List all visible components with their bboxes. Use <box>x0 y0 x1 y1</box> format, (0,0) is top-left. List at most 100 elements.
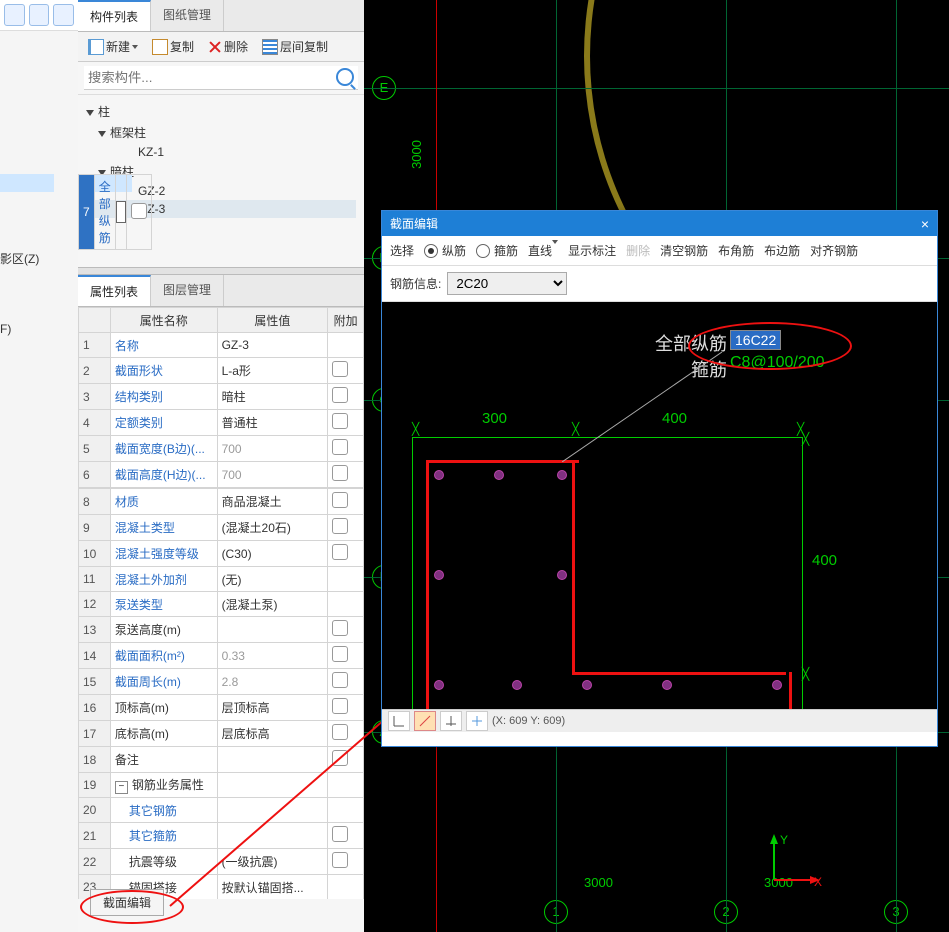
tree-frame-column[interactable]: 框架柱 <box>86 122 356 143</box>
prop-extra[interactable] <box>328 643 364 669</box>
annot-edit-field[interactable]: 16C22 <box>730 330 781 350</box>
new-button[interactable]: 新建 <box>84 36 142 57</box>
prop-value[interactable]: GZ-3 <box>217 333 328 358</box>
prop-name[interactable]: 抗震等级 <box>110 849 217 875</box>
prop-name[interactable]: 材质 <box>110 489 217 515</box>
checkbox[interactable] <box>332 724 348 740</box>
checkbox[interactable] <box>332 413 348 429</box>
table-row[interactable]: 10混凝土强度等级(C30) <box>79 541 364 567</box>
prop-value[interactable]: 700 <box>217 436 328 462</box>
layer-copy-button[interactable]: 层间复制 <box>258 36 332 57</box>
table-row[interactable]: 13泵送高度(m) <box>79 617 364 643</box>
prop-extra[interactable] <box>328 617 364 643</box>
prop-value[interactable]: (无) <box>217 567 328 592</box>
prop-extra[interactable] <box>328 695 364 721</box>
sb-btn-2[interactable] <box>414 711 436 731</box>
tab-component-list[interactable]: 构件列表 <box>78 0 151 31</box>
prop-value[interactable]: (一级抗震) <box>217 849 328 875</box>
rail-btn-2[interactable] <box>29 4 50 26</box>
select-tool[interactable]: 选择 <box>390 242 414 259</box>
checkbox[interactable] <box>332 361 348 377</box>
delete-button[interactable]: 删除 <box>204 36 252 57</box>
sb-btn-4[interactable] <box>466 711 488 731</box>
prop-extra[interactable] <box>328 436 364 462</box>
table-row[interactable]: 20其它钢筋 <box>79 798 364 823</box>
prop-value[interactable]: 商品混凝土 <box>217 489 328 515</box>
table-row[interactable]: 11混凝土外加剂(无) <box>79 567 364 592</box>
splitter[interactable] <box>78 267 364 275</box>
prop-extra[interactable] <box>328 410 364 436</box>
checkbox[interactable] <box>332 439 348 455</box>
checkbox[interactable] <box>332 465 348 481</box>
prop-extra[interactable] <box>328 849 364 875</box>
show-label-tool[interactable]: 显示标注 <box>568 242 616 259</box>
prop-value[interactable]: L-a形 <box>217 358 328 384</box>
table-row[interactable]: 15截面周长(m)2.8 <box>79 669 364 695</box>
prop-value[interactable]: 0.33 <box>217 643 328 669</box>
checkbox[interactable] <box>332 646 348 662</box>
checkbox[interactable] <box>332 544 348 560</box>
prop-name[interactable]: 备注 <box>110 747 217 773</box>
prop-value[interactable] <box>217 617 328 643</box>
rail-btn-1[interactable] <box>4 4 25 26</box>
tab-drawing-mgmt[interactable]: 图纸管理 <box>151 0 224 31</box>
clear-rebar-tool[interactable]: 清空钢筋 <box>660 242 708 259</box>
prop-name[interactable]: 截面形状 <box>110 358 217 384</box>
prop-name[interactable]: 泵送类型 <box>110 592 217 617</box>
rail-btn-3[interactable] <box>53 4 74 26</box>
prop-name[interactable]: 定额类别 <box>110 410 217 436</box>
prop-extra[interactable] <box>328 384 364 410</box>
prop-name[interactable]: 截面周长(m) <box>110 669 217 695</box>
checkbox[interactable] <box>332 852 348 868</box>
prop-name[interactable]: 混凝土类型 <box>110 515 217 541</box>
prop-name[interactable]: 混凝土强度等级 <box>110 541 217 567</box>
prop-extra[interactable] <box>328 489 364 515</box>
table-row[interactable]: 8材质商品混凝土 <box>79 489 364 515</box>
edge-rebar-tool[interactable]: 布边筋 <box>764 242 800 259</box>
prop-value[interactable]: (C30) <box>217 541 328 567</box>
prop-name[interactable]: 截面面积(m²) <box>110 643 217 669</box>
prop-value[interactable] <box>217 747 328 773</box>
table-row[interactable]: 5截面宽度(B边)(...700 <box>79 436 364 462</box>
table-row[interactable]: 4定额类别普通柱 <box>79 410 364 436</box>
prop-name[interactable]: 顶标高(m) <box>110 695 217 721</box>
table-row[interactable]: 21其它箍筋 <box>79 823 364 849</box>
prop-name[interactable]: 混凝土外加剂 <box>110 567 217 592</box>
sb-btn-1[interactable] <box>388 711 410 731</box>
prop-name[interactable]: −钢筋业务属性 <box>110 773 217 798</box>
prop-value[interactable] <box>217 773 328 798</box>
search-input[interactable] <box>84 66 358 90</box>
table-row[interactable]: 14截面面积(m²)0.33 <box>79 643 364 669</box>
radio-stirrup[interactable]: 箍筋 <box>476 242 518 259</box>
radio-longitudinal[interactable]: 纵筋 <box>424 242 466 259</box>
prop-extra[interactable] <box>328 462 364 488</box>
checkbox[interactable] <box>332 518 348 534</box>
dialog-canvas[interactable]: 300 400 400 300 ╳╳╳ ╳╳ 全部纵筋箍筋 16C22 C8@1… <box>382 302 937 732</box>
checkbox[interactable] <box>332 672 348 688</box>
rebar-info-select[interactable]: 2C20 <box>447 272 567 295</box>
close-icon[interactable]: × <box>921 216 929 232</box>
table-row[interactable]: 16顶标高(m)层顶标高 <box>79 695 364 721</box>
prop-extra[interactable] <box>328 823 364 849</box>
prop-value[interactable]: 按默认锚固搭... <box>217 875 328 900</box>
tree-kz1[interactable]: KZ-1 <box>86 143 356 161</box>
line-tool[interactable]: 直线 <box>528 242 558 259</box>
prop-name[interactable]: 截面宽度(B边)(... <box>110 436 217 462</box>
tab-property-list[interactable]: 属性列表 <box>78 275 151 306</box>
checkbox[interactable] <box>332 620 348 636</box>
checkbox[interactable] <box>332 492 348 508</box>
prop-extra[interactable] <box>328 567 364 592</box>
table-row[interactable]: 9混凝土类型(混凝土20石) <box>79 515 364 541</box>
prop-name[interactable]: 底标高(m) <box>110 721 217 747</box>
table-row[interactable]: 1名称GZ-3 <box>79 333 364 358</box>
prop-name[interactable]: 名称 <box>110 333 217 358</box>
rail-selection[interactable] <box>0 174 54 192</box>
table-row[interactable]: 6截面高度(H边)(...700 <box>79 462 364 488</box>
dialog-titlebar[interactable]: 截面编辑 × <box>382 211 937 236</box>
prop-extra[interactable] <box>328 515 364 541</box>
table-row[interactable]: 3结构类别暗柱 <box>79 384 364 410</box>
table-row[interactable]: 12泵送类型(混凝土泵) <box>79 592 364 617</box>
prop-extra[interactable] <box>328 875 364 900</box>
prop-value[interactable]: (混凝土泵) <box>217 592 328 617</box>
tree-root-column[interactable]: 柱 <box>86 101 356 122</box>
